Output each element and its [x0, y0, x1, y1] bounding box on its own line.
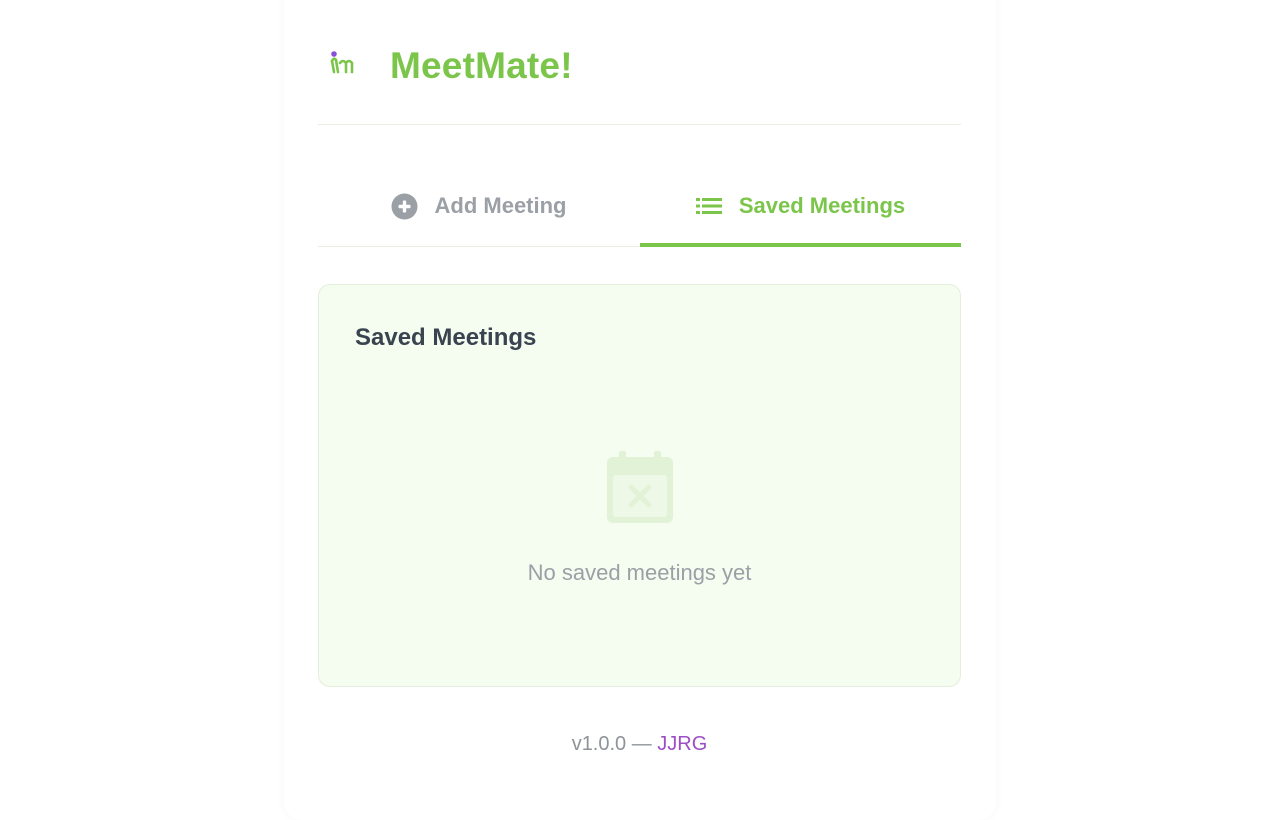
empty-state-message: No saved meetings yet	[527, 560, 752, 585]
footer-separator: —	[631, 733, 652, 755]
footer: v1.0.0 — JJRG	[318, 733, 961, 756]
author-link[interactable]: JJRG	[657, 733, 707, 755]
saved-meetings-panel: Saved Meetings No saved meetings yet	[318, 284, 961, 687]
calendar-x-icon	[607, 451, 673, 523]
version-text: v1.0.0	[571, 733, 627, 755]
tab-saved-meetings-label: Saved Meetings	[738, 193, 906, 218]
list-icon	[695, 196, 722, 216]
tab-saved-meetings[interactable]: Saved Meetings	[640, 166, 961, 247]
tab-add-meeting[interactable]: Add Meeting	[318, 166, 639, 246]
panel-title: Saved Meetings	[355, 324, 537, 351]
meetmate-logo-icon	[329, 49, 357, 79]
tab-bar: Add Meeting Saved Meetings	[318, 166, 961, 247]
app-title: MeetMate!	[390, 45, 573, 86]
app-header: MeetMate!	[318, 0, 961, 125]
plus-circle-icon	[391, 193, 418, 220]
tab-add-meeting-label: Add Meeting	[434, 193, 567, 218]
